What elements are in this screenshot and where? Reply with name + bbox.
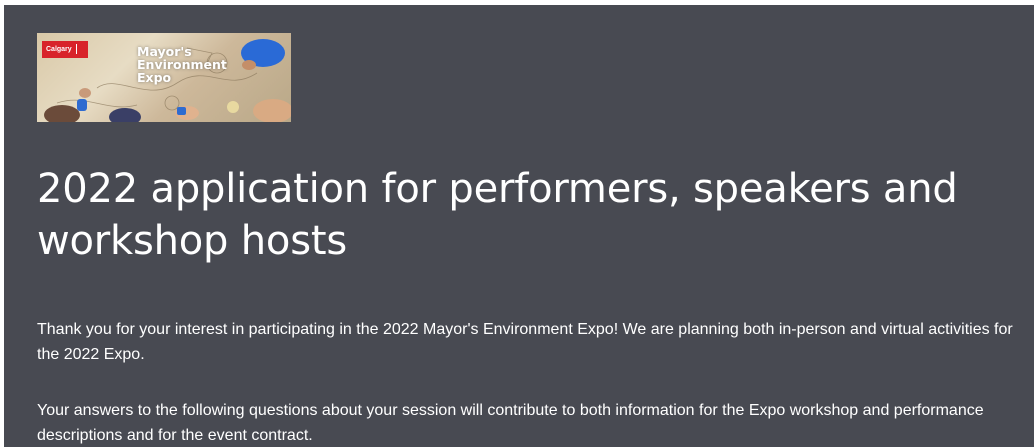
form-description-paragraph-1: Thank you for your interest in participa… bbox=[37, 321, 1013, 363]
form-header: Calgary Mayor's Environment Expo 2022 ap… bbox=[4, 5, 1034, 447]
banner-image: Calgary Mayor's Environment Expo bbox=[37, 33, 291, 122]
calgary-crest-icon bbox=[76, 44, 85, 54]
calgary-logo: Calgary bbox=[42, 41, 88, 58]
page: Calgary Mayor's Environment Expo 2022 ap… bbox=[0, 0, 1034, 447]
form-description-paragraph-2: Your answers to the following questions … bbox=[37, 402, 984, 444]
banner-title: Mayor's Environment Expo bbox=[137, 44, 227, 85]
calgary-logo-text: Calgary bbox=[46, 46, 72, 53]
form-title: 2022 application for performers, speaker… bbox=[37, 166, 958, 264]
